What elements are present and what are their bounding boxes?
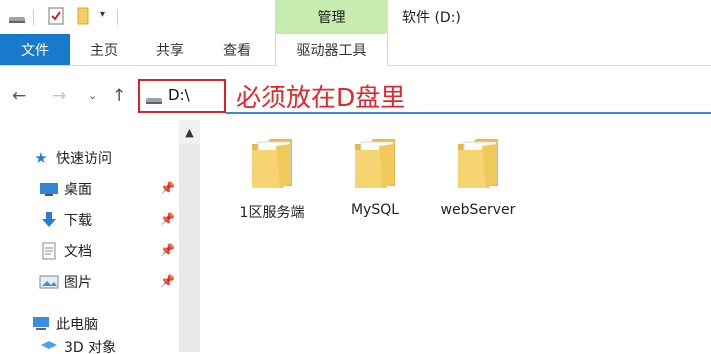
context-tab-manage[interactable]: 管理 [275,0,388,34]
folder-label: 1区服务端 [239,205,305,221]
drive-icon [145,94,163,110]
title-bar: ▾ 管理 软件 (D:) [0,0,711,34]
ribbon-tabs: 文件 主页 共享 查看 驱动器工具 [0,34,711,66]
nav-item-label: 桌面 [64,182,92,198]
qat-divider [117,9,118,25]
document-icon [38,242,60,260]
desktop-icon [38,181,60,197]
drive-icon[interactable] [8,13,26,29]
tab-view[interactable]: 查看 [211,34,263,65]
nav-item-label: 图片 [64,275,92,291]
qat-divider [33,9,34,25]
customize-dropdown-icon[interactable]: ▾ [100,9,105,20]
tab-drive-tools[interactable]: 驱动器工具 [275,34,388,66]
star-icon: ★ [34,149,48,167]
folder-item[interactable]: 1区服务端 [222,136,322,222]
computer-icon [30,316,52,332]
nav-item-downloads[interactable]: 下载 [38,208,92,232]
pin-icon[interactable]: 📌 [160,243,175,257]
back-arrow-icon[interactable]: ← [12,86,26,106]
nav-this-pc-label: 此电脑 [56,317,98,333]
annotation-text: 必须放在D盘里 [236,83,406,112]
tab-share[interactable]: 共享 [144,34,196,65]
nav-item-label: 文档 [64,244,92,260]
folder-item[interactable]: MySQL [325,136,425,218]
up-arrow-icon[interactable]: ↑ [112,86,126,106]
recent-locations-chevron-icon[interactable]: ⌄ [88,89,97,102]
folder-icon [250,139,294,196]
pin-icon[interactable]: 📌 [160,181,175,195]
tab-file[interactable]: 文件 [0,34,70,65]
folder-item[interactable]: webServer [428,136,528,218]
tab-home[interactable]: 主页 [78,34,130,65]
nav-item-pictures[interactable]: 图片 [38,270,92,294]
new-folder-icon[interactable] [77,7,89,29]
nav-quick-access[interactable]: ★ 快速访问 [30,146,112,170]
folder-icon [353,139,397,196]
nav-this-pc[interactable]: 此电脑 [30,312,98,336]
pin-icon[interactable]: 📌 [160,274,175,288]
folder-icon [456,139,500,196]
3d-objects-icon [38,340,60,352]
nav-scrollbar[interactable] [179,120,200,352]
nav-item-documents[interactable]: 文档 [38,239,92,263]
nav-quick-access-label: 快速访问 [56,151,112,167]
scroll-up-icon[interactable]: ▲ [179,120,200,144]
properties-check-icon[interactable] [48,7,64,29]
nav-item-desktop[interactable]: 桌面 [38,177,92,201]
folder-label: MySQL [350,202,400,218]
address-path: D:\ [168,86,190,104]
pin-icon[interactable]: 📌 [160,212,175,226]
window-title: 软件 (D:) [402,10,461,26]
folder-label: webServer [440,202,516,218]
download-icon [38,211,60,229]
forward-arrow-icon[interactable]: → [52,86,66,106]
pictures-icon [38,274,60,290]
nav-item-label: 下载 [64,213,92,229]
